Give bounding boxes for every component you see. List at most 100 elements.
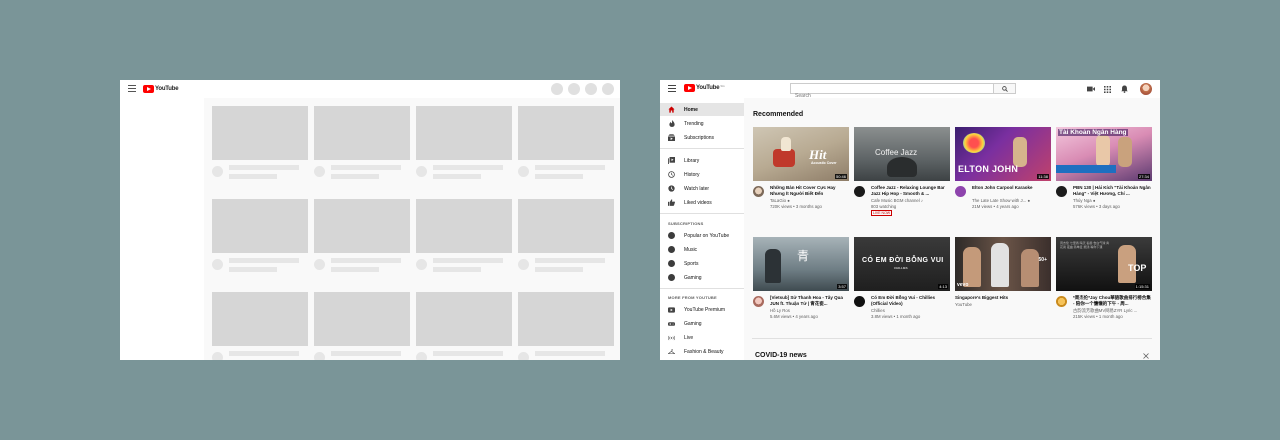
- youtube-logo[interactable]: YouTube SG: [684, 84, 725, 92]
- video-thumbnail[interactable]: Coffee Jazz: [854, 127, 950, 181]
- channel-avatar: [668, 260, 675, 267]
- apps-grid-icon[interactable]: [1103, 85, 1111, 93]
- video-thumbnail[interactable]: vevo 50+: [955, 237, 1051, 291]
- skeleton-card: [212, 199, 308, 277]
- scooter-graphic: [773, 149, 795, 167]
- channel-name[interactable]: YouTube: [955, 302, 1033, 307]
- video-title[interactable]: *周杰伦*Jay Chou華語歌曲排行榜合集 - 陪你一个慵懒的下午 - 周..…: [1073, 295, 1151, 307]
- thumb-up-icon: [668, 199, 675, 206]
- live-now-badge: LIVE NOW: [871, 210, 893, 216]
- channel-avatar[interactable]: [955, 186, 966, 197]
- video-title[interactable]: Coffee Jazz - Relaxing Lounge Bar Jazz H…: [871, 185, 949, 197]
- channel-name[interactable]: Cafe Music BGM channel ♪: [871, 198, 949, 203]
- video-title[interactable]: Có Em Đời Bỗng Vui - Chillies (Official …: [871, 295, 949, 307]
- sidebar-item-gaming[interactable]: Gaming: [660, 317, 744, 330]
- video-thumbnail[interactable]: CÓ EM ĐỜI BỖNG VUI CHILLIES 4:13: [854, 237, 950, 291]
- video-card[interactable]: Tài Khoản Ngân Hàng 27:34 PBN 130 | Hải …: [1056, 127, 1152, 221]
- video-thumbnail[interactable]: 青 3:57: [753, 237, 849, 291]
- sidebar-item-music[interactable]: Music: [660, 243, 744, 256]
- placeholder-circle: [585, 83, 597, 95]
- video-card[interactable]: vevo 50+ Singapore's Biggest Hits YouTub…: [955, 237, 1051, 331]
- sidebar-item-liked-videos[interactable]: Liked videos: [660, 196, 744, 209]
- video-title[interactable]: Elton John Carpool Karaoke: [972, 185, 1050, 191]
- close-icon[interactable]: [1142, 352, 1150, 360]
- skeleton-card: [416, 199, 512, 277]
- channel-avatar[interactable]: [854, 186, 865, 197]
- sidebar-item-library[interactable]: Library: [660, 154, 744, 167]
- sidebar-item-history[interactable]: History: [660, 168, 744, 181]
- video-title[interactable]: PBN 130 | Hải Kích "Tài Khoản Ngân Hàng"…: [1073, 185, 1151, 197]
- video-thumbnail[interactable]: Hit Acoustic Cover 50:46: [753, 127, 849, 181]
- sidebar-item-trending[interactable]: Trending: [660, 117, 744, 130]
- sidebar-item-home[interactable]: Home: [660, 103, 744, 116]
- channel-avatar[interactable]: [1056, 186, 1067, 197]
- person-graphic: [1118, 137, 1132, 167]
- channel-name[interactable]: Hồ Ly Ros: [770, 308, 848, 313]
- sidebar-item-live[interactable]: Live: [660, 331, 744, 344]
- channel-name-text[interactable]: TaLaGio: [770, 198, 786, 203]
- video-card[interactable]: CÓ EM ĐỜI BỖNG VUI CHILLIES 4:13 Có Em Đ…: [854, 237, 950, 331]
- skeleton-card: [416, 106, 512, 184]
- sidebar-item-watch-later[interactable]: Watch later: [660, 182, 744, 195]
- sidebar-item-subscriptions[interactable]: Subscriptions: [660, 131, 744, 144]
- skeleton-card: [314, 106, 410, 184]
- bell-icon[interactable]: [1120, 85, 1128, 93]
- video-thumbnail[interactable]: Tài Khoản Ngân Hàng 27:34: [1056, 127, 1152, 181]
- video-stats: 576K views • 3 days ago: [1073, 204, 1120, 209]
- channel-avatar[interactable]: [753, 186, 764, 197]
- thumbnail-overlay-text: CÓ EM ĐỜI BỖNG VUI: [862, 257, 944, 264]
- video-thumbnail[interactable]: ELTON JOHN 11:38: [955, 127, 1051, 181]
- youtube-icon: [668, 306, 675, 313]
- channel-avatar[interactable]: [753, 296, 764, 307]
- hamburger-menu-icon[interactable]: [128, 85, 136, 92]
- video-stats: 803 watching: [871, 204, 897, 209]
- sidebar-item-fashion-beauty[interactable]: Fashion & Beauty: [660, 345, 744, 358]
- search-box[interactable]: [790, 83, 994, 101]
- sidebar-item-popular-on-youtube[interactable]: Popular on YouTube: [660, 229, 744, 242]
- video-title[interactable]: Những Bản Hit Cover Cực Hay Nhưng Ít Ngư…: [770, 185, 848, 197]
- thumbnail-overlay-text: ELTON JOHN: [958, 164, 1019, 174]
- flame-icon: [668, 120, 675, 127]
- channel-name[interactable]: The Late Late Show with J... ●: [972, 198, 1050, 203]
- top-bar: YouTube SG: [660, 80, 1160, 101]
- search-input[interactable]: [791, 91, 971, 101]
- search-button[interactable]: [994, 83, 1016, 94]
- hamburger-menu-icon[interactable]: [668, 85, 676, 92]
- video-stats: 3.8M views • 1 month ago: [871, 314, 921, 319]
- video-camera-icon[interactable]: [1087, 85, 1095, 93]
- video-card[interactable]: 周杰伦 七里香 晴天 稻香 告白气球 青花瓷 夜曲 简单爱 搁浅 等你下课 TO…: [1056, 237, 1152, 331]
- sidebar: Home Trending Subscriptions Library Hist…: [660, 98, 744, 360]
- channel-name-text[interactable]: Cafe Music BGM channel: [871, 198, 920, 203]
- video-title[interactable]: Singapore's Biggest Hits: [955, 295, 1033, 301]
- video-card[interactable]: ELTON JOHN 11:38 Elton John Carpool Kara…: [955, 127, 1051, 221]
- sidebar-item-sports[interactable]: Sports: [660, 257, 744, 270]
- video-thumbnail[interactable]: 周杰伦 七里香 晴天 稻香 告白气球 青花瓷 夜曲 简单爱 搁浅 等你下课 TO…: [1056, 237, 1152, 291]
- video-duration: 1:15:31: [1134, 284, 1150, 289]
- video-card[interactable]: 青 3:57 [Vietsub] Sử Thanh Hoa - Tây Qua …: [753, 237, 849, 331]
- sidebar-item-youtube-premium[interactable]: YouTube Premium: [660, 303, 744, 316]
- thumbnail-overlay-text: TOP: [1128, 263, 1147, 273]
- video-stats: 720K views • 3 months ago: [770, 204, 822, 209]
- skeleton-card: [518, 199, 614, 277]
- person-graphic: [963, 247, 981, 287]
- hanger-icon: [668, 348, 675, 355]
- channel-name[interactable]: TaLaGio ●: [770, 198, 848, 203]
- video-title[interactable]: [Vietsub] Sử Thanh Hoa - Tây Qua JUN ft.…: [770, 295, 848, 307]
- video-meta: Những Bản Hit Cover Cực Hay Nhưng Ít Ngư…: [753, 181, 849, 221]
- account-avatar[interactable]: [1140, 83, 1152, 95]
- channel-name[interactable]: Thúy Nga ●: [1073, 198, 1151, 203]
- video-meta: *周杰伦*Jay Chou華語歌曲排行榜合集 - 陪你一个慵懒的下午 - 周..…: [1056, 291, 1152, 331]
- video-card[interactable]: Coffee Jazz Coffee Jazz - Relaxing Loung…: [854, 127, 950, 221]
- youtube-logo[interactable]: YouTube: [143, 84, 179, 93]
- channel-avatar[interactable]: [1056, 296, 1067, 307]
- sidebar-item-gaming-channel[interactable]: Gaming: [660, 271, 744, 284]
- channel-avatar[interactable]: [854, 296, 865, 307]
- person-graphic: [781, 137, 791, 151]
- channel-name-text[interactable]: The Late Late Show with J...: [972, 198, 1026, 203]
- channel-name-text[interactable]: Thúy Nga: [1073, 198, 1092, 203]
- video-card[interactable]: Hit Acoustic Cover 50:46 Những Bản Hit C…: [753, 127, 849, 221]
- skeleton-window: YouTube: [120, 80, 620, 360]
- clock-icon: [668, 185, 675, 192]
- channel-name[interactable]: Chillies: [871, 308, 949, 313]
- sidebar-divider: [660, 148, 744, 149]
